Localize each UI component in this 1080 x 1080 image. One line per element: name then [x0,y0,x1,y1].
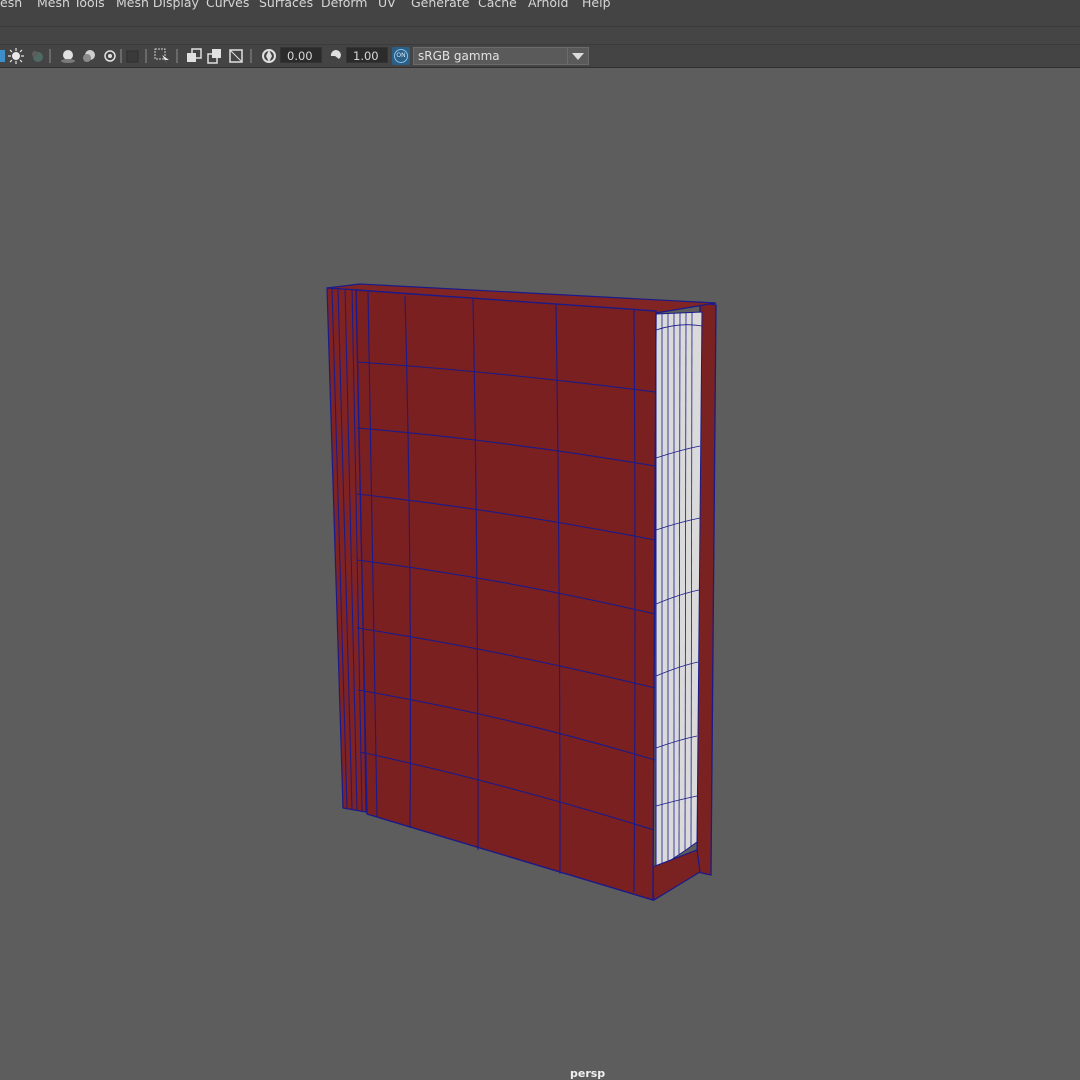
sphere-shaded-icon[interactable] [59,47,77,65]
viewport-3d[interactable]: persp [0,68,1080,1080]
menu-cache[interactable]: Cache [478,0,517,10]
color-management-badge-label: ON [394,49,408,63]
menu-bar: esh Mesh Tools Mesh Display Curves Surfa… [0,0,1080,27]
swap-icon[interactable] [206,47,224,65]
chevron-down-icon[interactable] [567,48,588,64]
color-management-toggle[interactable]: ON [392,47,410,65]
menu-uv[interactable]: UV [378,0,396,10]
shadow-icon[interactable] [28,47,46,65]
camera-label: persp [570,1067,606,1080]
menu-generate[interactable]: Generate [411,0,469,10]
square-icon[interactable] [124,47,142,65]
exposure-field[interactable]: 0.00 [280,47,322,63]
shelf-gap [0,27,1080,45]
menu-mesh[interactable]: esh [0,0,22,10]
viewport-toolbar: 0.00 1.00 ON sRGB gamma [0,45,1080,68]
select-icon[interactable] [153,47,171,65]
sphere-wire-icon[interactable] [80,47,98,65]
exposure-icon[interactable] [260,47,278,65]
xray-icon[interactable] [101,47,119,65]
gamma-field[interactable]: 1.00 [346,47,388,63]
frame-icon[interactable] [227,47,245,65]
gamma-icon[interactable] [326,47,344,65]
book-model[interactable] [0,68,1080,1080]
light-icon[interactable] [7,47,25,65]
menu-help[interactable]: Help [582,0,611,10]
menu-arnold[interactable]: Arnold [528,0,568,10]
menu-surfaces[interactable]: Surfaces [259,0,313,10]
menu-mesh-display[interactable]: Mesh Display [116,0,199,10]
color-space-value: sRGB gamma [418,49,500,63]
menu-mesh-tools[interactable]: Mesh Tools [37,0,105,10]
color-space-dropdown[interactable]: sRGB gamma [413,47,589,65]
menu-curves[interactable]: Curves [206,0,249,10]
menu-deform[interactable]: Deform [321,0,367,10]
copy-icon[interactable] [185,47,203,65]
